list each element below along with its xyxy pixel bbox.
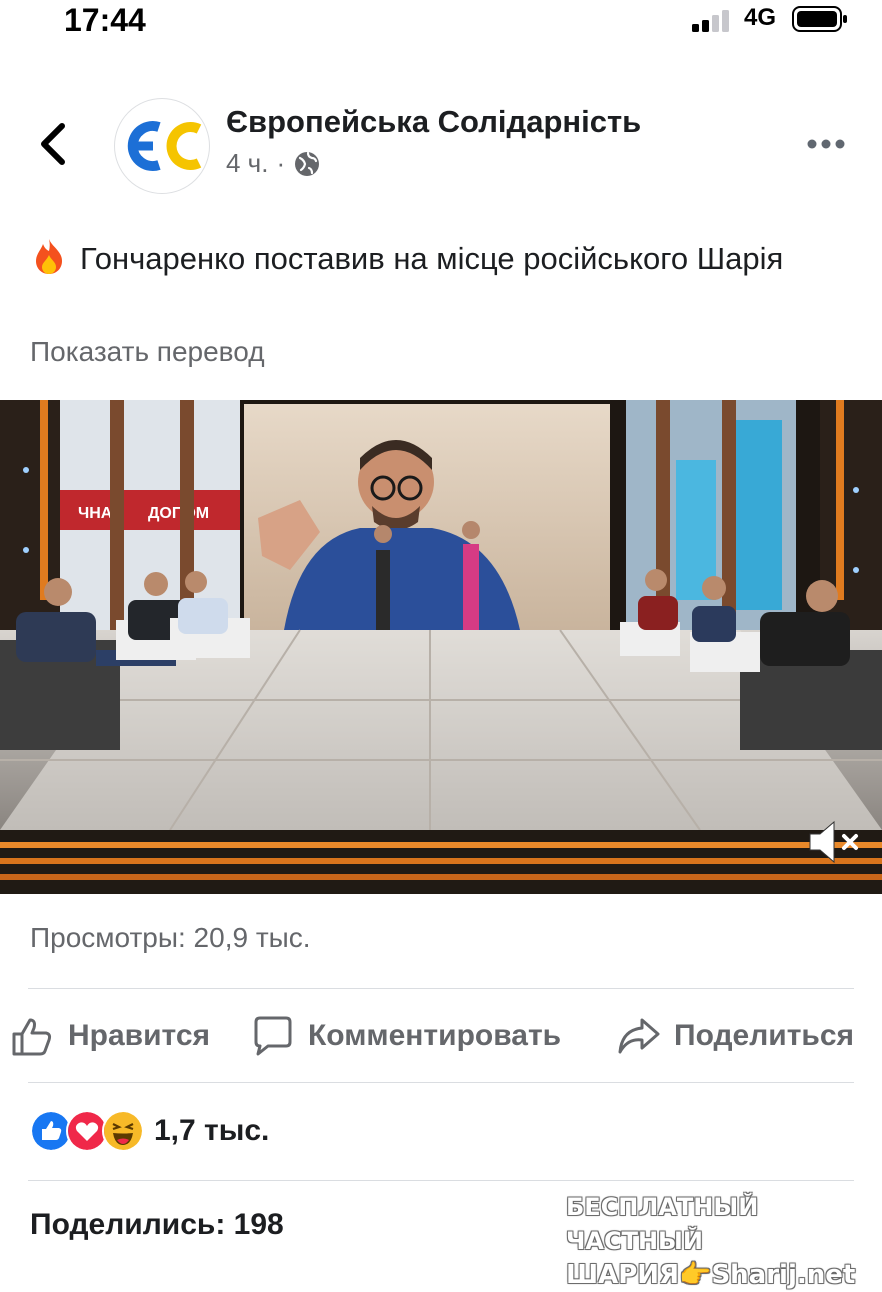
battery-icon (792, 6, 847, 32)
network-type: 4G (744, 4, 777, 31)
globe-icon (295, 151, 320, 176)
share-count[interactable]: Поделились: 198 (30, 1208, 284, 1242)
show-translation-link[interactable]: Показать перевод (30, 336, 265, 368)
video-caption-right: ДОПОМ (148, 505, 209, 522)
share-label: Поделиться (674, 1019, 855, 1052)
status-time: 17:44 (64, 2, 146, 38)
meta-separator: · (276, 148, 286, 178)
video-player[interactable]: ЧНА ДОПОМ (0, 400, 882, 894)
status-bar: 17:44 4G (0, 0, 882, 44)
post-meta: 4 ч. · (226, 148, 321, 179)
video-caption-left: ЧНА (78, 505, 113, 522)
divider (28, 1180, 854, 1181)
post-header: Європейська Солідарність 4 ч. · (0, 90, 882, 200)
divider (28, 1082, 854, 1083)
post-text: Гончаренко поставив на місце російського… (30, 236, 850, 281)
divider (28, 988, 854, 989)
post-time[interactable]: 4 ч. (226, 148, 268, 179)
watermark-line-2: ШАРИЯ👉Sharij.net (566, 1260, 856, 1290)
video-frame: ЧНА ДОПОМ (0, 400, 882, 894)
share-arrow-icon (618, 1018, 660, 1054)
share-button[interactable]: Поделиться (616, 1014, 854, 1058)
like-label: Нравится (68, 1019, 211, 1052)
more-horizontal-icon[interactable] (806, 134, 846, 154)
reactions-summary[interactable]: 1,7 тыс. (30, 1110, 269, 1152)
chevron-left-icon[interactable] (36, 120, 72, 168)
comment-icon (254, 1016, 292, 1056)
muted-speaker-icon[interactable] (804, 812, 864, 872)
comment-button[interactable]: Комментировать (250, 1014, 561, 1058)
post-body: Гончаренко поставив на місце російського… (80, 241, 784, 276)
signal-strength-icon (692, 10, 729, 32)
like-button[interactable]: Нравится (10, 1014, 210, 1058)
page-avatar[interactable] (114, 98, 210, 194)
watermark: БЕСПЛАТНЫЙ ЧАСТНЫЙ ШАРИЯ👉Sharij.net (566, 1190, 866, 1292)
view-count: Просмотры: 20,9 тыс. (30, 922, 311, 953)
action-bar: Нравится Комментировать Поделиться (0, 1000, 882, 1076)
comment-label: Комментировать (308, 1019, 562, 1052)
haha-reaction-icon (102, 1110, 144, 1152)
page-name[interactable]: Європейська Солідарність (226, 104, 641, 140)
fire-emoji-icon (36, 239, 62, 274)
es-logo-icon (127, 121, 202, 171)
thumbs-up-icon (12, 1018, 52, 1056)
watermark-line-1: БЕСПЛАТНЫЙ ЧАСТНЫЙ (566, 1193, 759, 1255)
reaction-count: 1,7 тыс. (154, 1114, 270, 1147)
